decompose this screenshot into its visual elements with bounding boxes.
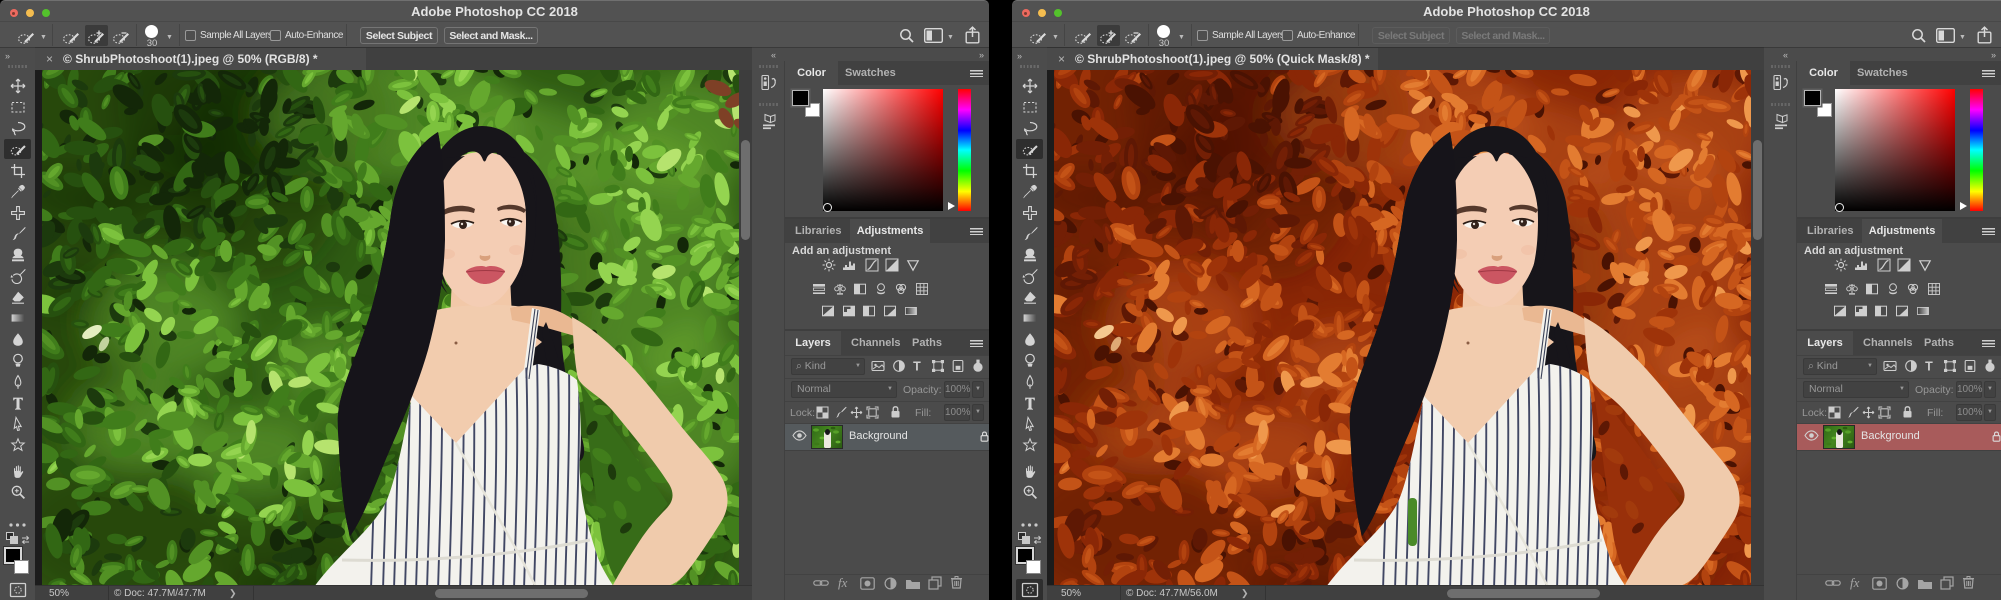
svg-text:T: T xyxy=(913,360,921,374)
svg-text:T: T xyxy=(1925,360,1933,374)
